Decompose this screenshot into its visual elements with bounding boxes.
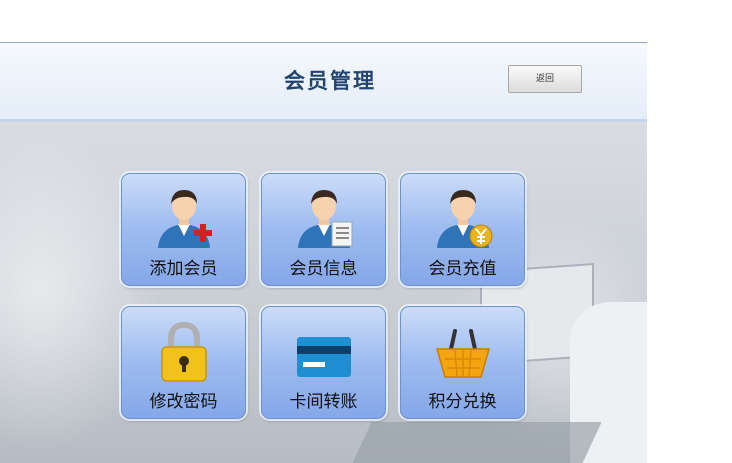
person-info-icon <box>298 190 353 248</box>
person-add-icon <box>158 190 212 248</box>
tile-label: 修改密码 <box>149 392 218 412</box>
member-management-window: 会员管理 返回 添加会员 会员信息 会员充值 修改密码 卡间转账 积分兑换 <box>0 42 647 463</box>
tile-member-info[interactable]: 会员信息 <box>261 173 386 286</box>
back-button[interactable]: 返回 <box>508 65 582 93</box>
header-bar: 会员管理 返回 <box>0 43 647 122</box>
padlock-icon <box>161 321 207 382</box>
tile-card-transfer[interactable]: 卡间转账 <box>261 306 386 419</box>
tile-label: 会员信息 <box>289 259 358 279</box>
tile-label: 添加会员 <box>149 259 218 279</box>
tile-points-exchange[interactable]: 积分兑换 <box>400 306 525 419</box>
tile-label: 积分兑换 <box>428 392 497 412</box>
tile-add-member[interactable]: 添加会员 <box>121 173 246 286</box>
background-keyboard-image <box>348 422 602 463</box>
tile-label: 会员充值 <box>428 259 497 279</box>
content-area: 添加会员 会员信息 会员充值 修改密码 卡间转账 积分兑换 <box>0 122 647 463</box>
tile-change-password[interactable]: 修改密码 <box>121 306 246 419</box>
credit-card-icon <box>297 337 351 377</box>
tile-member-recharge[interactable]: 会员充值 <box>400 173 525 286</box>
tile-label: 卡间转账 <box>289 392 358 412</box>
basket-icon <box>436 329 490 378</box>
person-recharge-icon <box>437 190 493 248</box>
